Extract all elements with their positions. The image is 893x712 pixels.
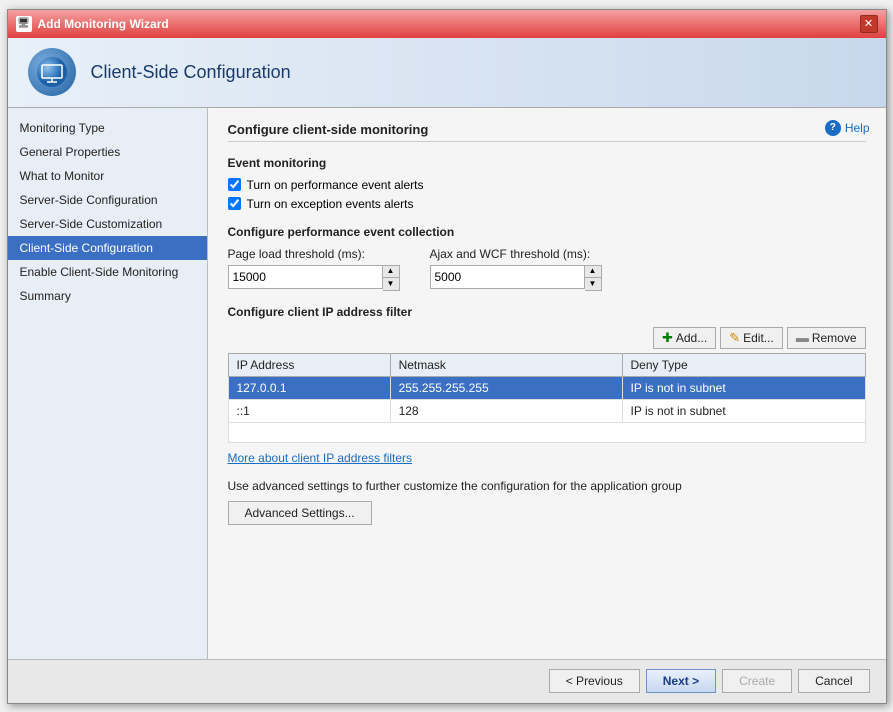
footer: < Previous Next > Create Cancel: [8, 659, 886, 703]
main-content: Monitoring Type General Properties What …: [8, 108, 886, 659]
page-load-group: Page load threshold (ms): ▲ ▼: [228, 247, 400, 291]
ip-filter-section: Configure client IP address filter ✚ Add…: [228, 305, 866, 465]
create-button[interactable]: Create: [722, 669, 792, 693]
perf-collection-section: Configure performance event collection P…: [228, 225, 866, 291]
col-netmask: Netmask: [390, 353, 622, 376]
ajax-wcf-up[interactable]: ▲: [585, 266, 601, 278]
main-window: 🖥 Add Monitoring Wizard ✕ Client-Side Co…: [7, 9, 887, 704]
col-deny-type: Deny Type: [622, 353, 865, 376]
netmask-cell: 128: [390, 399, 622, 422]
ajax-wcf-spinner: ▲ ▼: [585, 265, 602, 291]
add-label: Add...: [676, 331, 707, 345]
exception-event-alerts-label: Turn on exception events alerts: [247, 197, 414, 211]
remove-button[interactable]: ▬ Remove: [787, 327, 866, 349]
ip-cell: ::1: [228, 399, 390, 422]
edit-button[interactable]: ✎ Edit...: [720, 327, 783, 349]
advanced-desc: Use advanced settings to further customi…: [228, 479, 866, 493]
table-row[interactable]: 127.0.0.1 255.255.255.255 IP is not in s…: [228, 376, 865, 399]
header: Client-Side Configuration: [8, 38, 886, 108]
header-icon: [28, 48, 76, 96]
advanced-section: Use advanced settings to further customi…: [228, 479, 866, 525]
sidebar: Monitoring Type General Properties What …: [8, 108, 208, 659]
sidebar-item-what-to-monitor[interactable]: What to Monitor: [8, 164, 207, 188]
help-link[interactable]: ? Help: [825, 120, 870, 136]
next-button[interactable]: Next >: [646, 669, 716, 693]
table-row[interactable]: ::1 128 IP is not in subnet: [228, 399, 865, 422]
sidebar-item-server-side-custom[interactable]: Server-Side Customization: [8, 212, 207, 236]
ip-filter-toolbar: ✚ Add... ✎ Edit... ▬ Remove: [228, 327, 866, 349]
ajax-wcf-group: Ajax and WCF threshold (ms): ▲ ▼: [430, 247, 602, 291]
more-link-anchor[interactable]: More about client IP address filters: [228, 451, 413, 465]
cancel-button[interactable]: Cancel: [798, 669, 869, 693]
perf-event-alerts-row: Turn on performance event alerts: [228, 178, 866, 192]
sidebar-item-enable-client-side[interactable]: Enable Client-Side Monitoring: [8, 260, 207, 284]
perf-event-alerts-label: Turn on performance event alerts: [247, 178, 424, 192]
help-label: Help: [845, 121, 870, 135]
title-bar-icon: 🖥: [16, 16, 32, 32]
page-load-label: Page load threshold (ms):: [228, 247, 400, 261]
close-button[interactable]: ✕: [860, 15, 878, 33]
page-load-down[interactable]: ▼: [383, 278, 399, 290]
sidebar-item-client-side-config[interactable]: Client-Side Configuration: [8, 236, 207, 260]
table-row-empty: [228, 422, 865, 442]
title-bar: 🖥 Add Monitoring Wizard ✕: [8, 10, 886, 38]
title-bar-text: Add Monitoring Wizard: [38, 17, 854, 31]
content-area: ? Help Configure client-side monitoring …: [208, 108, 886, 659]
sidebar-item-server-side-config[interactable]: Server-Side Configuration: [8, 188, 207, 212]
advanced-settings-button[interactable]: Advanced Settings...: [228, 501, 372, 525]
previous-button[interactable]: < Previous: [549, 669, 640, 693]
event-monitoring-section: Event monitoring Turn on performance eve…: [228, 156, 866, 211]
ip-cell: 127.0.0.1: [228, 376, 390, 399]
add-icon: ✚: [662, 330, 673, 346]
ajax-wcf-down[interactable]: ▼: [585, 278, 601, 290]
sidebar-item-monitoring-type[interactable]: Monitoring Type: [8, 116, 207, 140]
deny-type-cell: IP is not in subnet: [622, 399, 865, 422]
edit-icon: ✎: [729, 330, 740, 346]
help-icon: ?: [825, 120, 841, 136]
exception-event-alerts-checkbox[interactable]: [228, 197, 241, 210]
col-ip: IP Address: [228, 353, 390, 376]
add-button[interactable]: ✚ Add...: [653, 327, 716, 349]
ajax-wcf-input[interactable]: [430, 265, 585, 289]
remove-label: Remove: [812, 331, 857, 345]
sidebar-item-general-properties[interactable]: General Properties: [8, 140, 207, 164]
more-link: More about client IP address filters: [228, 451, 866, 465]
main-section-title: Configure client-side monitoring: [228, 122, 866, 142]
perf-collection-title: Configure performance event collection: [228, 225, 866, 239]
page-load-input[interactable]: [228, 265, 383, 289]
remove-icon: ▬: [796, 330, 809, 345]
netmask-cell: 255.255.255.255: [390, 376, 622, 399]
sidebar-item-summary[interactable]: Summary: [8, 284, 207, 308]
event-monitoring-title: Event monitoring: [228, 156, 866, 170]
edit-label: Edit...: [743, 331, 774, 345]
header-title: Client-Side Configuration: [91, 62, 291, 83]
perf-event-alerts-checkbox[interactable]: [228, 178, 241, 191]
ajax-wcf-label: Ajax and WCF threshold (ms):: [430, 247, 602, 261]
ip-filter-title: Configure client IP address filter: [228, 305, 866, 319]
page-load-up[interactable]: ▲: [383, 266, 399, 278]
ip-table: IP Address Netmask Deny Type 127.0.0.1 2…: [228, 353, 866, 443]
deny-type-cell: IP is not in subnet: [622, 376, 865, 399]
page-load-spinner: ▲ ▼: [383, 265, 400, 291]
page-load-input-wrap: ▲ ▼: [228, 265, 400, 291]
exception-event-alerts-row: Turn on exception events alerts: [228, 197, 866, 211]
ajax-wcf-input-wrap: ▲ ▼: [430, 265, 602, 291]
threshold-row: Page load threshold (ms): ▲ ▼ Ajax and W…: [228, 247, 866, 291]
